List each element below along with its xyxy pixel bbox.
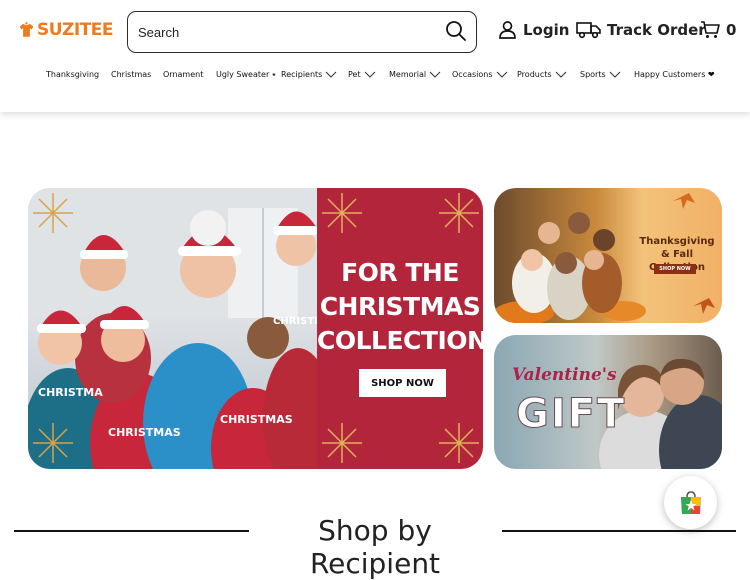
- nav-label: Recipients: [281, 70, 323, 79]
- search-box: [127, 11, 477, 53]
- chevron-down-icon: [555, 71, 566, 78]
- shopping-bag-star-icon: [680, 490, 701, 514]
- track-order-label: Track Order: [607, 20, 706, 39]
- nav-item-ugly-sweater[interactable]: Ugly Sweater ⭑: [216, 70, 276, 80]
- nav-item-memorial[interactable]: Memorial: [389, 70, 441, 79]
- nav-label: Pet: [348, 70, 361, 79]
- christmas-collection-banner[interactable]: CHRISTMAS CHRISTMAS CHRISTMA CHRISTMAS F…: [28, 188, 483, 469]
- nav-item-occasions[interactable]: Occasions: [452, 70, 508, 79]
- logo-text: SUZITEE: [36, 20, 114, 40]
- thanksgiving-shop-now-button[interactable]: SHOP NOW: [654, 264, 696, 274]
- cart-icon: [701, 21, 720, 38]
- nav-item-christmas[interactable]: Christmas: [111, 70, 151, 79]
- nav-item-happy-customers[interactable]: Happy Customers ❤: [634, 70, 715, 79]
- family-illustration: CHRISTMAS CHRISTMAS CHRISTMA CHRISTMAS: [28, 188, 339, 469]
- site-header: SUZITEE Login Track Order 0: [0, 0, 750, 112]
- chevron-down-icon: [609, 71, 621, 78]
- chevron-down-icon: [325, 71, 337, 78]
- chevron-down-icon: [429, 71, 441, 78]
- track-order-link[interactable]: Track Order: [576, 20, 706, 39]
- nav-label: Sports: [580, 70, 606, 79]
- valentine-gift-title: GIFT: [515, 391, 627, 438]
- tshirt-logo-icon: [19, 22, 34, 37]
- chevron-down-icon: [496, 71, 507, 78]
- nav-item-thanksgiving[interactable]: Thanksgiving: [46, 70, 99, 79]
- valentine-script-text: Valentine's: [512, 365, 617, 385]
- section-divider-left: [14, 530, 249, 532]
- nav-item-pet[interactable]: Pet: [348, 70, 376, 79]
- login-link[interactable]: Login: [498, 20, 569, 39]
- login-label: Login: [523, 20, 570, 39]
- nav-label: Products: [517, 70, 552, 79]
- christmas-banner-title: FOR THE CHRISTMAS COLLECTION: [317, 258, 483, 355]
- nav-label: Christmas: [111, 70, 152, 79]
- main-nav: Thanksgiving Christmas Ornament Ugly Swe…: [0, 70, 750, 88]
- nav-item-ornament[interactable]: Ornament: [163, 70, 203, 79]
- nav-label: Occasions: [452, 70, 493, 79]
- thanksgiving-fall-banner[interactable]: Thanksgiving & Fall Collection SHOP NOW: [494, 188, 722, 323]
- nav-label: Thanksgiving: [46, 70, 100, 79]
- svg-text:CHRISTMAS: CHRISTMAS: [108, 426, 181, 439]
- floating-shop-button[interactable]: [664, 476, 717, 529]
- nav-label: Memorial: [389, 70, 427, 79]
- chevron-down-icon: [364, 71, 375, 78]
- family-photo: CHRISTMAS CHRISTMAS CHRISTMA CHRISTMAS: [28, 188, 339, 469]
- user-icon: [499, 21, 516, 39]
- nav-item-recipients[interactable]: Recipients: [281, 70, 337, 79]
- search-icon[interactable]: [445, 20, 467, 42]
- nav-label: Ornament: [163, 70, 204, 79]
- valentines-gift-banner[interactable]: Valentine's GIFT: [494, 335, 722, 469]
- cart-link[interactable]: 0: [700, 20, 736, 39]
- nav-label: Happy Customers ❤: [634, 70, 715, 79]
- svg-text:CHRISTMAS: CHRISTMAS: [273, 316, 318, 327]
- svg-text:CHRISTMAS: CHRISTMAS: [220, 413, 293, 426]
- nav-item-products[interactable]: Products: [517, 70, 567, 79]
- section-divider-right: [502, 530, 736, 532]
- svg-text:CHRISTMA: CHRISTMA: [38, 386, 103, 399]
- nav-item-sports[interactable]: Sports: [580, 70, 621, 79]
- logo[interactable]: SUZITEE: [18, 10, 114, 50]
- christmas-shop-now-button[interactable]: SHOP NOW: [359, 369, 446, 397]
- shop-by-recipient-heading: Shop by Recipient: [309, 514, 441, 580]
- search-input[interactable]: [138, 24, 428, 40]
- cart-count: 0: [726, 20, 737, 39]
- truck-icon: [576, 22, 601, 39]
- nav-label: Ugly Sweater ⭑: [216, 70, 277, 79]
